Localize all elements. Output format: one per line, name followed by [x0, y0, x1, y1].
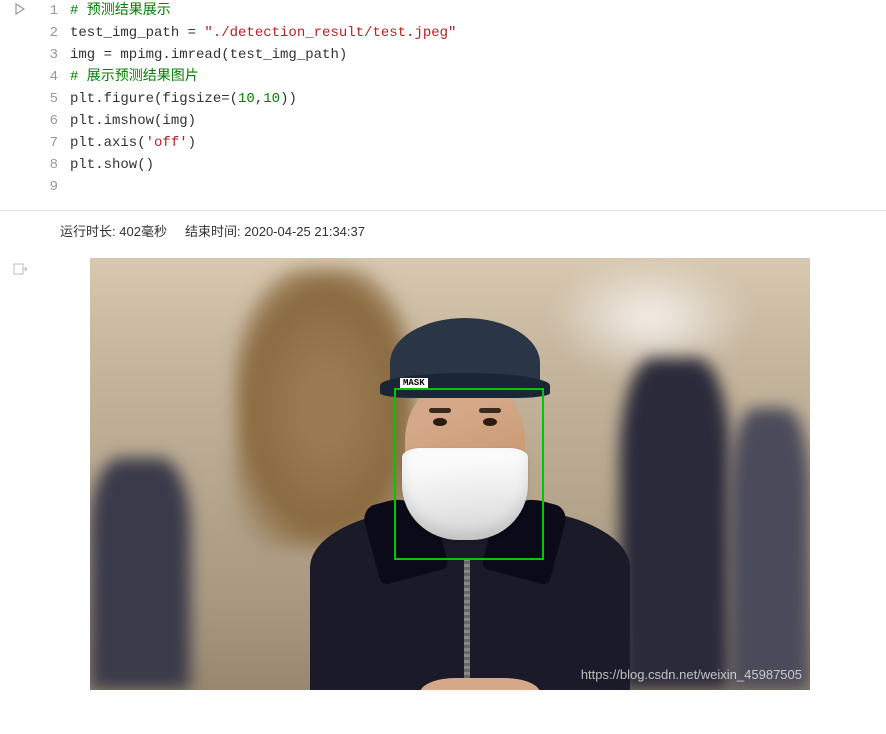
code-line[interactable]: plt.axis('off')	[70, 132, 876, 154]
code-line[interactable]: plt.figure(figsize=(10,10))	[70, 88, 876, 110]
background-person	[730, 408, 810, 690]
line-number: 8	[40, 154, 58, 176]
watermark-text: https://blog.csdn.net/weixin_45987505	[581, 667, 802, 682]
run-cell-button[interactable]	[0, 0, 40, 198]
runtime-value: 402毫秒	[119, 224, 167, 239]
line-number: 7	[40, 132, 58, 154]
code-line[interactable]: test_img_path = "./detection_result/test…	[70, 22, 876, 44]
line-number: 5	[40, 88, 58, 110]
line-number: 9	[40, 176, 58, 198]
line-number: 2	[40, 22, 58, 44]
code-line[interactable]: plt.show()	[70, 154, 876, 176]
runtime-label: 运行时长:	[60, 224, 116, 239]
output-content: MASK https://blog.csdn.net/weixin_459875…	[40, 258, 886, 690]
play-icon	[13, 2, 27, 16]
eye	[483, 418, 497, 426]
eyebrow	[479, 408, 501, 413]
zipper	[464, 558, 470, 690]
line-number: 3	[40, 44, 58, 66]
output-icon	[13, 262, 27, 276]
background-person	[620, 358, 730, 690]
code-editor[interactable]: # 预测结果展示test_img_path = "./detection_res…	[70, 0, 886, 198]
background-person	[90, 458, 190, 690]
code-cell: 123456789 # 预测结果展示test_img_path = "./det…	[0, 0, 886, 211]
code-line[interactable]: img = mpimg.imread(test_img_path)	[70, 44, 876, 66]
output-image: MASK https://blog.csdn.net/weixin_459875…	[90, 258, 810, 690]
hands	[420, 678, 540, 690]
endtime-value: 2020-04-25 21:34:37	[244, 224, 365, 239]
code-line[interactable]: # 预测结果展示	[70, 0, 876, 22]
code-line[interactable]: # 展示预测结果图片	[70, 66, 876, 88]
foreground-person	[330, 318, 610, 690]
output-indicator	[0, 258, 40, 690]
line-number: 1	[40, 0, 58, 22]
code-line[interactable]: plt.imshow(img)	[70, 110, 876, 132]
line-number: 6	[40, 110, 58, 132]
execution-status: 运行时长: 402毫秒 结束时间: 2020-04-25 21:34:37	[0, 211, 886, 250]
detection-label: MASK	[400, 378, 428, 389]
eyebrow	[429, 408, 451, 413]
output-cell: MASK https://blog.csdn.net/weixin_459875…	[0, 250, 886, 690]
endtime-label: 结束时间:	[185, 224, 241, 239]
line-number: 4	[40, 66, 58, 88]
line-number-gutter: 123456789	[40, 0, 70, 198]
eye	[433, 418, 447, 426]
